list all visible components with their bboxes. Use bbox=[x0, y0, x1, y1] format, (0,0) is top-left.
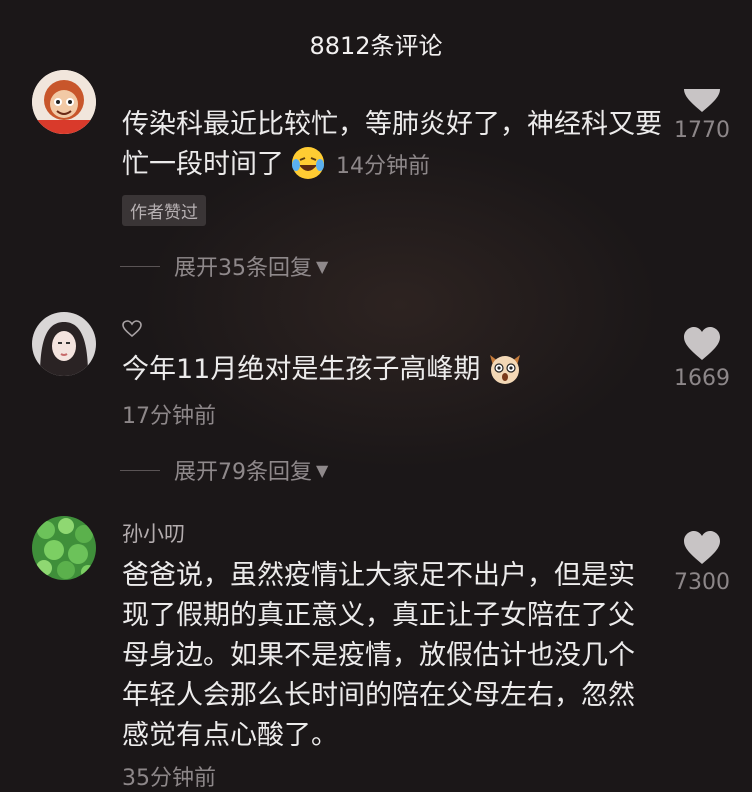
like-count: 7300 bbox=[674, 570, 730, 595]
comment-time: 14分钟前 bbox=[336, 154, 430, 179]
comment-text: 今年11月绝对是生孩子高峰期 bbox=[122, 350, 662, 390]
triangle-down-icon: ▼ bbox=[316, 460, 329, 480]
expand-replies-button[interactable]: 展开79条回复 ▼ bbox=[120, 454, 328, 486]
laughing-tears-emoji bbox=[292, 146, 324, 179]
dog-face-emoji bbox=[490, 354, 521, 384]
like-button[interactable]: 7300 bbox=[660, 530, 744, 595]
heart-outline-icon bbox=[122, 320, 142, 338]
expand-replies-label: 展开79条回复 bbox=[174, 460, 312, 485]
comment-text: 传染科最近比较忙，等肺炎好了，神经科又要忙一段时间了 14分钟前 bbox=[122, 109, 662, 180]
background-glow bbox=[140, 140, 660, 470]
like-button[interactable]: 1669 bbox=[660, 326, 744, 391]
comment-username[interactable]: 孙小叨 bbox=[122, 518, 185, 548]
avatar[interactable] bbox=[32, 312, 96, 376]
comment-time: 17分钟前 bbox=[122, 404, 216, 429]
comments-header: 8812条评论 bbox=[0, 0, 752, 90]
divider-line bbox=[120, 469, 160, 471]
triangle-down-icon: ▼ bbox=[316, 256, 329, 276]
comments-count-title: 8812条评论 bbox=[309, 32, 443, 60]
like-button[interactable]: 1770 bbox=[660, 78, 744, 143]
heart-icon bbox=[684, 327, 720, 360]
author-liked-badge: 作者赞过 bbox=[122, 195, 206, 226]
comment-text: 爸爸说，虽然疫情让大家足不出户，但是实现了假期的真正意义，真正让子女陪在了父母身… bbox=[122, 560, 635, 751]
like-count: 1770 bbox=[674, 118, 730, 143]
avatar[interactable] bbox=[32, 516, 96, 580]
expand-replies-label: 展开35条回复 bbox=[174, 256, 312, 281]
expand-replies-button[interactable]: 展开35条回复 ▼ bbox=[120, 250, 328, 282]
like-count: 1669 bbox=[674, 366, 730, 391]
comment-time: 35分钟前 bbox=[122, 766, 216, 791]
heart-icon bbox=[684, 531, 720, 564]
heart-icon bbox=[682, 78, 722, 114]
divider-line bbox=[120, 265, 160, 267]
avatar[interactable] bbox=[32, 70, 96, 134]
